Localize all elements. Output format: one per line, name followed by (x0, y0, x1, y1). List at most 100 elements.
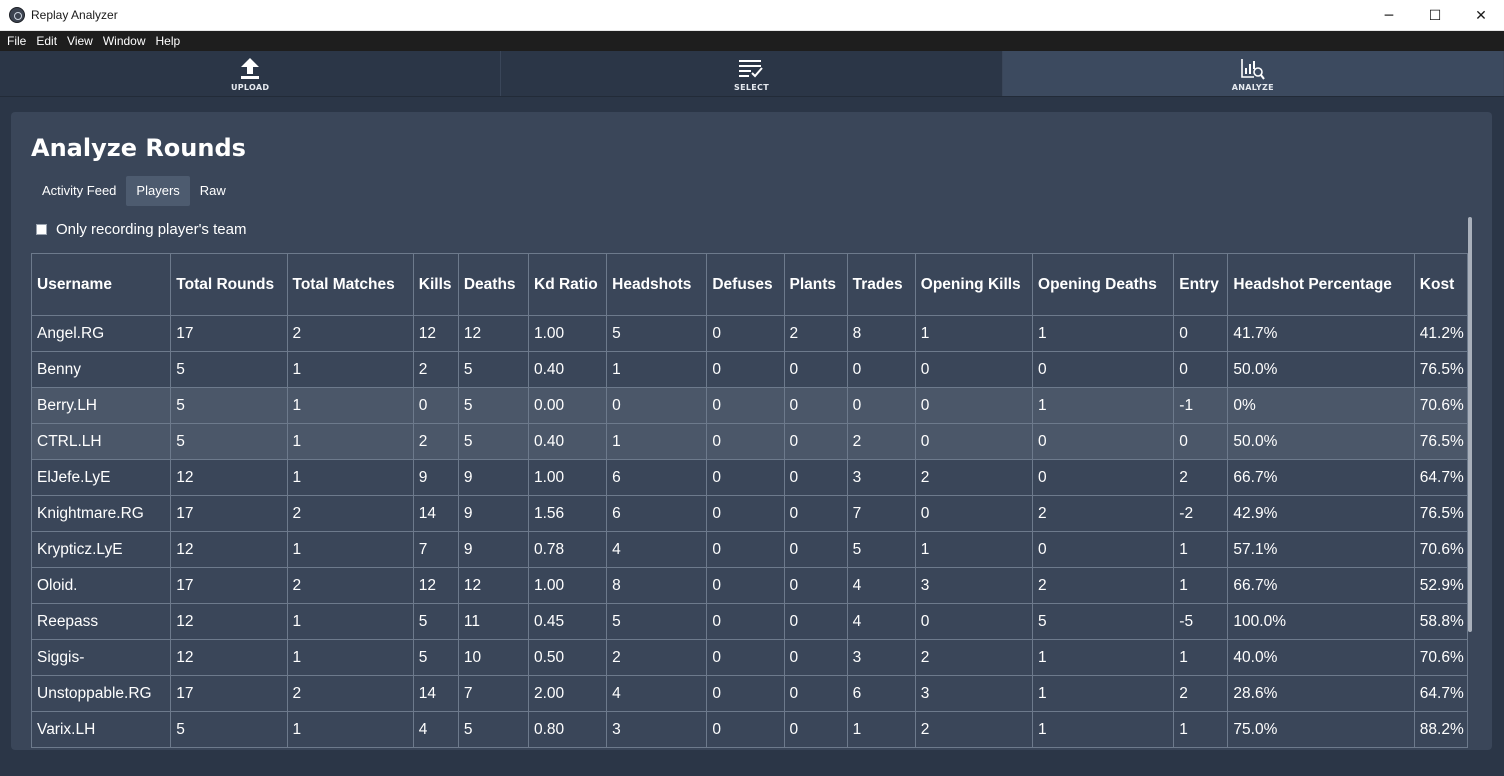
stat-cell: 0 (706, 423, 785, 460)
column-header[interactable]: Trades (846, 253, 916, 316)
stat-cell: 1 (1032, 315, 1175, 352)
stat-cell: 1 (1032, 387, 1175, 424)
column-header[interactable]: Headshots (606, 253, 708, 316)
stat-cell: 6 (606, 459, 708, 496)
stat-cell: 0.40 (527, 423, 608, 460)
stat-cell: 4 (606, 531, 708, 568)
menu-view[interactable]: View (62, 34, 98, 48)
stat-cell: 0 (783, 675, 848, 712)
menu-window[interactable]: Window (98, 34, 151, 48)
stat-cell: 50.0% (1227, 351, 1415, 388)
menu-file[interactable]: File (2, 34, 31, 48)
main-nav: UPLOAD SELECT ANALYZE (0, 51, 1504, 97)
stat-cell: 8 (846, 315, 916, 352)
table-row[interactable]: Unstoppable.RG 17 2 14 7 2.00 4 0 0 6 3 1 2 28.6% 64.7… (31, 675, 1469, 712)
stat-cell: 12 (412, 315, 459, 352)
stat-cell: 0 (706, 639, 785, 676)
stat-cell: 100.0% (1227, 603, 1415, 640)
stat-cell: 1 (606, 351, 708, 388)
stat-cell: 0 (706, 459, 785, 496)
tab-raw[interactable]: Raw (190, 176, 236, 206)
stat-cell: 7 (412, 531, 459, 568)
stat-cell: 0.40 (527, 351, 608, 388)
app-logo-icon (9, 7, 25, 23)
stat-cell: 76.5% (1413, 423, 1469, 460)
stat-cell: 70.6% (1413, 639, 1469, 676)
stat-cell: 2 (1173, 459, 1229, 496)
column-header[interactable]: Kost (1413, 253, 1469, 316)
minimize-button[interactable]: ─ (1366, 0, 1412, 31)
table-row[interactable]: Angel.RG 17 2 12 12 1.00 5 0 2 8 1 1 0 41.7% 41.2% (31, 315, 1469, 352)
stat-cell: 40.0% (1227, 639, 1415, 676)
stat-cell: 5 (170, 351, 288, 388)
table-row[interactable]: Siggis- 12 1 5 10 0.50 2 0 0 3 2 1 1 40.0% 70.6% (31, 639, 1469, 676)
column-header[interactable]: Opening Kills (914, 253, 1034, 316)
team-filter[interactable]: Only recording player's team (36, 221, 246, 238)
table-row[interactable]: Oloid. 17 2 12 12 1.00 8 0 0 4 3 2 1 66.7% 52.9% (31, 567, 1469, 604)
stat-cell: 4 (846, 603, 916, 640)
stat-cell: 0 (783, 351, 848, 388)
stat-cell: 1 (286, 531, 414, 568)
menu-edit[interactable]: Edit (31, 34, 62, 48)
column-header[interactable]: Kills (412, 253, 459, 316)
username-cell: Unstoppable.RG (31, 675, 172, 712)
column-header[interactable]: Opening Deaths (1032, 253, 1175, 316)
username-cell: Berry.LH (31, 387, 172, 424)
username-cell: Krypticz.LyE (31, 531, 172, 568)
chart-search-icon (1240, 56, 1266, 82)
nav-tab-analyze[interactable]: ANALYZE (1002, 51, 1504, 96)
tab-activity-feed[interactable]: Activity Feed (32, 176, 126, 206)
table-row[interactable]: CTRL.LH 5 1 2 5 0.40 1 0 0 2 0 0 0 50.0% 76.5% (31, 423, 1469, 460)
column-header[interactable]: Deaths (457, 253, 530, 316)
stat-cell: 50.0% (1227, 423, 1415, 460)
stat-cell: 0 (783, 603, 848, 640)
column-header[interactable]: Username (31, 253, 172, 316)
column-header[interactable]: Defuses (706, 253, 785, 316)
menu-help[interactable]: Help (151, 34, 186, 48)
column-header[interactable]: Total Rounds (170, 253, 288, 316)
column-header[interactable]: Total Matches (286, 253, 414, 316)
table-row[interactable]: Berry.LH 5 1 0 5 0.00 0 0 0 0 0 1 -1 0% 70.6% (31, 387, 1469, 424)
stat-cell: 1 (1173, 711, 1229, 748)
table-row[interactable]: Varix.LH 5 1 4 5 0.80 3 0 0 1 2 1 1 75.0% 88.2% (31, 711, 1469, 748)
column-header[interactable]: Plants (783, 253, 848, 316)
column-header[interactable]: Kd Ratio (527, 253, 608, 316)
stat-cell: 12 (170, 639, 288, 676)
username-cell: Varix.LH (31, 711, 172, 748)
stat-cell: 0 (846, 387, 916, 424)
stat-cell: 66.7% (1227, 459, 1415, 496)
maximize-button[interactable]: ☐ (1412, 0, 1458, 31)
table-scrollbar[interactable] (1468, 217, 1472, 632)
team-filter-checkbox[interactable] (36, 224, 47, 235)
nav-tab-upload[interactable]: UPLOAD (0, 51, 502, 96)
table-body: Angel.RG 17 2 12 12 1.00 5 0 2 8 1 1 0 41.7% 41.2% Benn… (31, 315, 1469, 748)
stat-cell: 0 (914, 423, 1034, 460)
stat-cell: 1 (606, 423, 708, 460)
stat-cell: 17 (170, 315, 288, 352)
table-row[interactable]: ElJefe.LyE 12 1 9 9 1.00 6 0 0 3 2 0 2 66.7% 64.7% (31, 459, 1469, 496)
stat-cell: 64.7% (1413, 459, 1469, 496)
stat-cell: 2.00 (527, 675, 608, 712)
stat-cell: 0 (1173, 423, 1229, 460)
tab-players[interactable]: Players (126, 176, 190, 206)
stat-cell: 5 (457, 711, 530, 748)
close-button[interactable]: ✕ (1458, 0, 1504, 31)
stat-cell: 1 (846, 711, 916, 748)
nav-tab-select[interactable]: SELECT (501, 51, 1003, 96)
table-row[interactable]: Benny 5 1 2 5 0.40 1 0 0 0 0 0 0 50.0% 76.5% (31, 351, 1469, 388)
stat-cell: 6 (606, 495, 708, 532)
table-row[interactable]: Krypticz.LyE 12 1 7 9 0.78 4 0 0 5 1 0 1 57.1% 70.6% (31, 531, 1469, 568)
stat-cell: 12 (170, 531, 288, 568)
stat-cell: 14 (412, 675, 459, 712)
username-cell: Benny (31, 351, 172, 388)
stat-cell: 2 (914, 639, 1034, 676)
table-row[interactable]: Knightmare.RG 17 2 14 9 1.56 6 0 0 7 0 2 -2 42.9% 76.5… (31, 495, 1469, 532)
column-header[interactable]: Entry (1173, 253, 1229, 316)
stat-cell: 0 (706, 675, 785, 712)
stat-cell: 0 (706, 531, 785, 568)
column-header[interactable]: Headshot Percentage (1227, 253, 1415, 316)
stat-cell: 0.00 (527, 387, 608, 424)
table-row[interactable]: Reepass 12 1 5 11 0.45 5 0 0 4 0 5 -5 100.0% 58.8% (31, 603, 1469, 640)
stat-cell: 2 (1032, 567, 1175, 604)
stat-cell: 1 (286, 459, 414, 496)
